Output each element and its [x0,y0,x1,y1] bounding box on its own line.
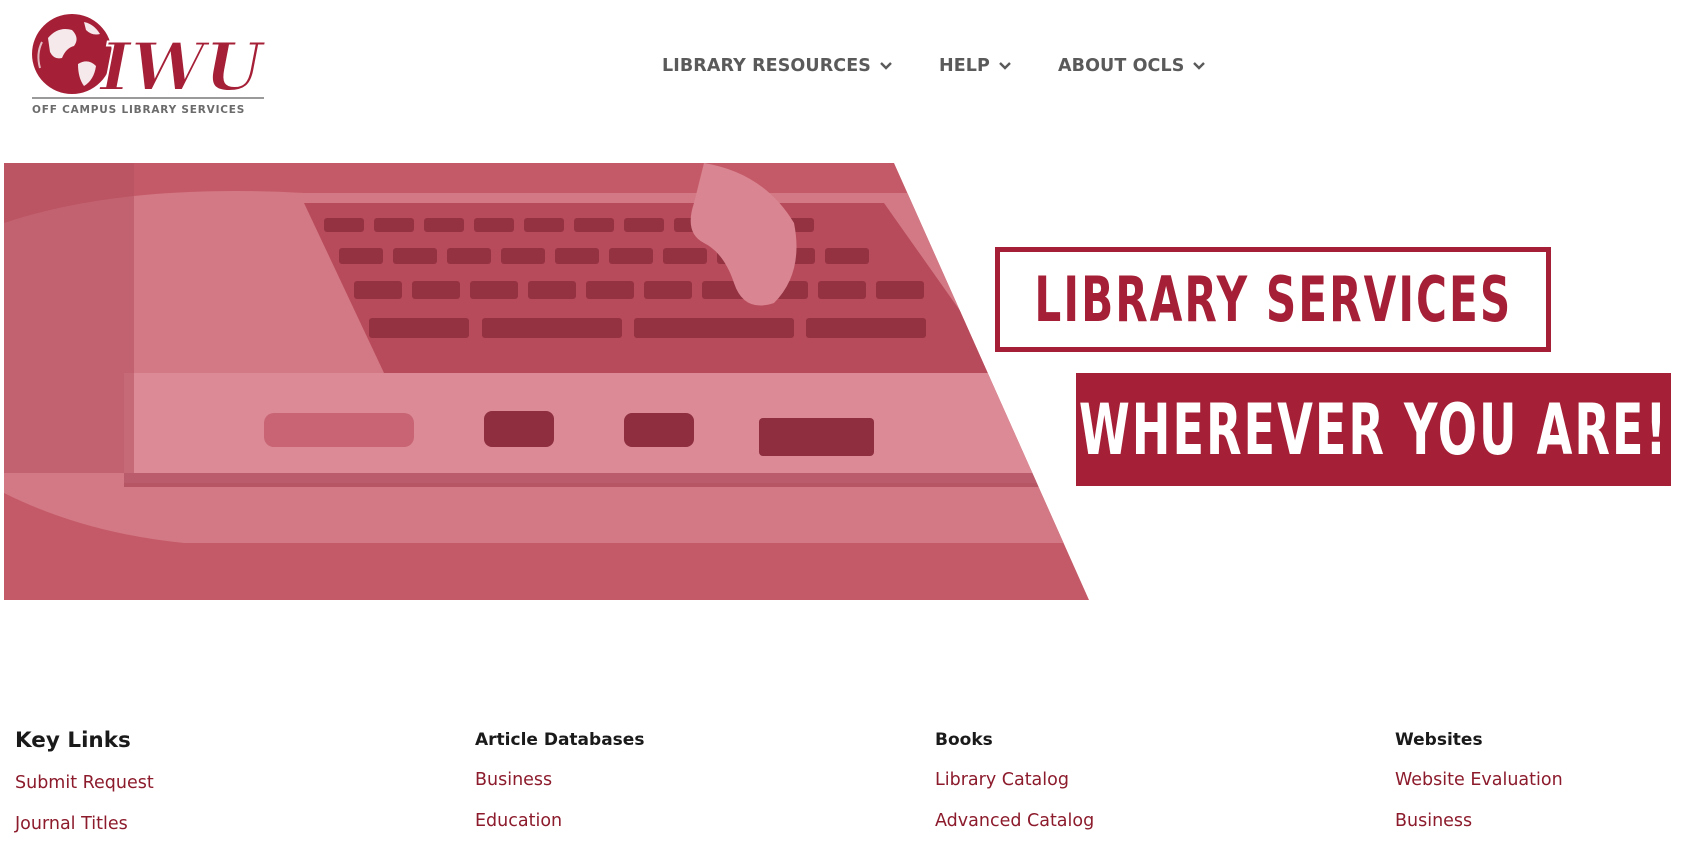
chevron-down-icon [999,62,1011,70]
link-advanced-catalog[interactable]: Advanced Catalog [935,811,1094,839]
nav-label: LIBRARY RESOURCES [662,56,871,76]
nav-help[interactable]: HELP [939,56,1012,76]
books-column: Books Library Catalog Advanced Catalog [935,730,1094,839]
column-title: Key Links [15,728,131,753]
link-submit-request[interactable]: Submit Request [15,773,154,801]
hero-banner: LIBRARY SERVICES WHEREVER YOU ARE! [4,163,1683,603]
logo-wordmark-text: IWU [98,28,266,106]
link-business-databases[interactable]: Business [475,770,644,798]
iwu-logo[interactable]: IWU OFF CAMPUS LIBRARY SERVICES [28,8,268,126]
nav-label: ABOUT OCLS [1057,56,1185,76]
chevron-down-icon [880,62,892,70]
hero-subheadline-box: WHEREVER YOU ARE! [1076,373,1671,486]
column-title: Article Databases [475,730,645,750]
column-title: Websites [1395,730,1483,750]
link-website-evaluation[interactable]: Website Evaluation [1395,770,1563,798]
link-education-databases[interactable]: Education [475,811,644,839]
chevron-down-icon [1193,62,1206,70]
nav-about-ocls[interactable]: ABOUT OCLS [1058,56,1206,76]
laptop-photo [4,163,1089,600]
site-header: IWU OFF CAMPUS LIBRARY SERVICES LIBRARY … [0,0,1683,140]
column-title: Books [935,730,993,750]
nav-library-resources[interactable]: LIBRARY RESOURCES [662,56,893,76]
link-business-websites[interactable]: Business [1395,811,1563,839]
key-links-column: Key Links Submit Request Journal Titles [15,728,154,842]
hero-headline: LIBRARY SERVICES [1034,262,1512,336]
quick-links-section: Key Links Submit Request Journal Titles … [0,728,1683,852]
article-databases-column: Article Databases Business Education [475,730,644,839]
hero-subheadline: WHEREVER YOU ARE! [1078,388,1669,471]
link-library-catalog[interactable]: Library Catalog [935,770,1094,798]
logo-tagline: OFF CAMPUS LIBRARY SERVICES [32,104,246,116]
link-journal-titles[interactable]: Journal Titles [15,814,154,842]
websites-column: Websites Website Evaluation Business [1395,730,1563,839]
hero-headline-box: LIBRARY SERVICES [995,247,1551,352]
main-nav: LIBRARY RESOURCES HELP ABOUT OCLS [662,50,1252,82]
nav-label: HELP [939,56,990,76]
